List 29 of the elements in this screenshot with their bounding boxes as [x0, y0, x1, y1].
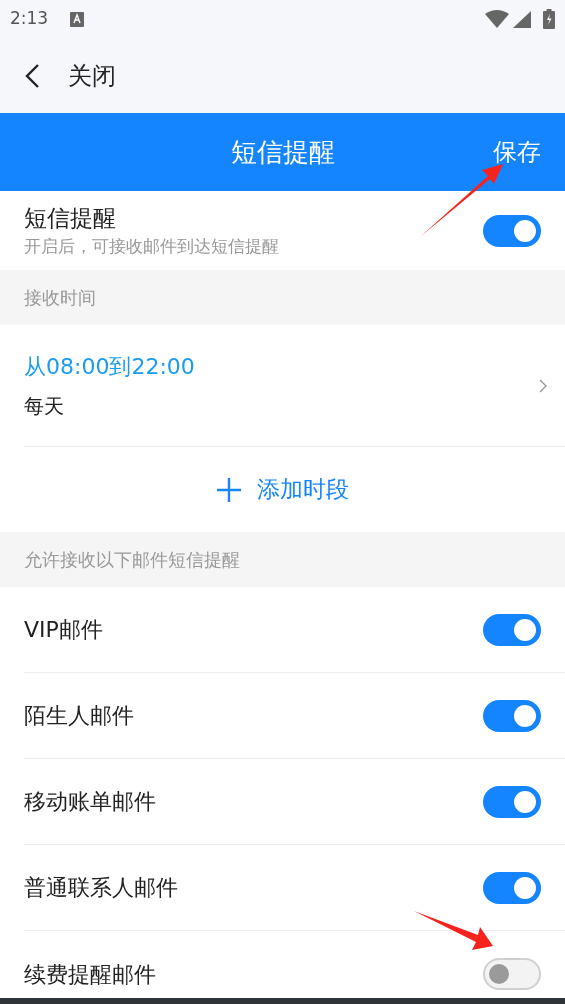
page-title: 短信提醒	[230, 135, 335, 169]
back-icon	[24, 62, 40, 89]
time-range: 从08:00到22:00	[24, 353, 196, 381]
add-period-button[interactable]: 添加时段	[216, 472, 349, 507]
section-header: 允许接收以下邮件短信提醒	[24, 548, 240, 572]
setting-label: 续费提醒邮件	[24, 960, 157, 989]
toggle-switch[interactable]	[483, 699, 541, 732]
section-header: 接收时间	[24, 286, 96, 310]
chevron-right-icon[interactable]	[539, 378, 547, 393]
setting-label: 普通联系人邮件	[24, 874, 179, 902]
setting-title: 短信提醒	[24, 203, 117, 233]
save-button[interactable]: 保存	[493, 134, 541, 170]
toggle-switch[interactable]	[483, 785, 541, 818]
setting-label: VIP邮件	[24, 616, 104, 644]
keyboard-notification-icon	[70, 11, 85, 27]
wifi-icon	[485, 10, 509, 28]
toggle-switch[interactable]	[483, 871, 541, 904]
setting-label: 陌生人邮件	[24, 702, 135, 730]
status-time: 2:13	[10, 7, 49, 31]
setting-label: 移动账单邮件	[24, 788, 157, 816]
close-button[interactable]: 关闭	[24, 57, 116, 94]
plus-icon	[216, 477, 241, 502]
signal-icon	[513, 10, 531, 28]
repeat-label: 每天	[24, 393, 65, 420]
toggle-switch[interactable]	[483, 958, 541, 990]
setting-description: 开启后，可接收邮件到达短信提醒	[24, 234, 280, 258]
toggle-switch[interactable]	[483, 613, 541, 646]
toggle-switch[interactable]	[483, 214, 541, 247]
battery-icon	[543, 9, 555, 29]
